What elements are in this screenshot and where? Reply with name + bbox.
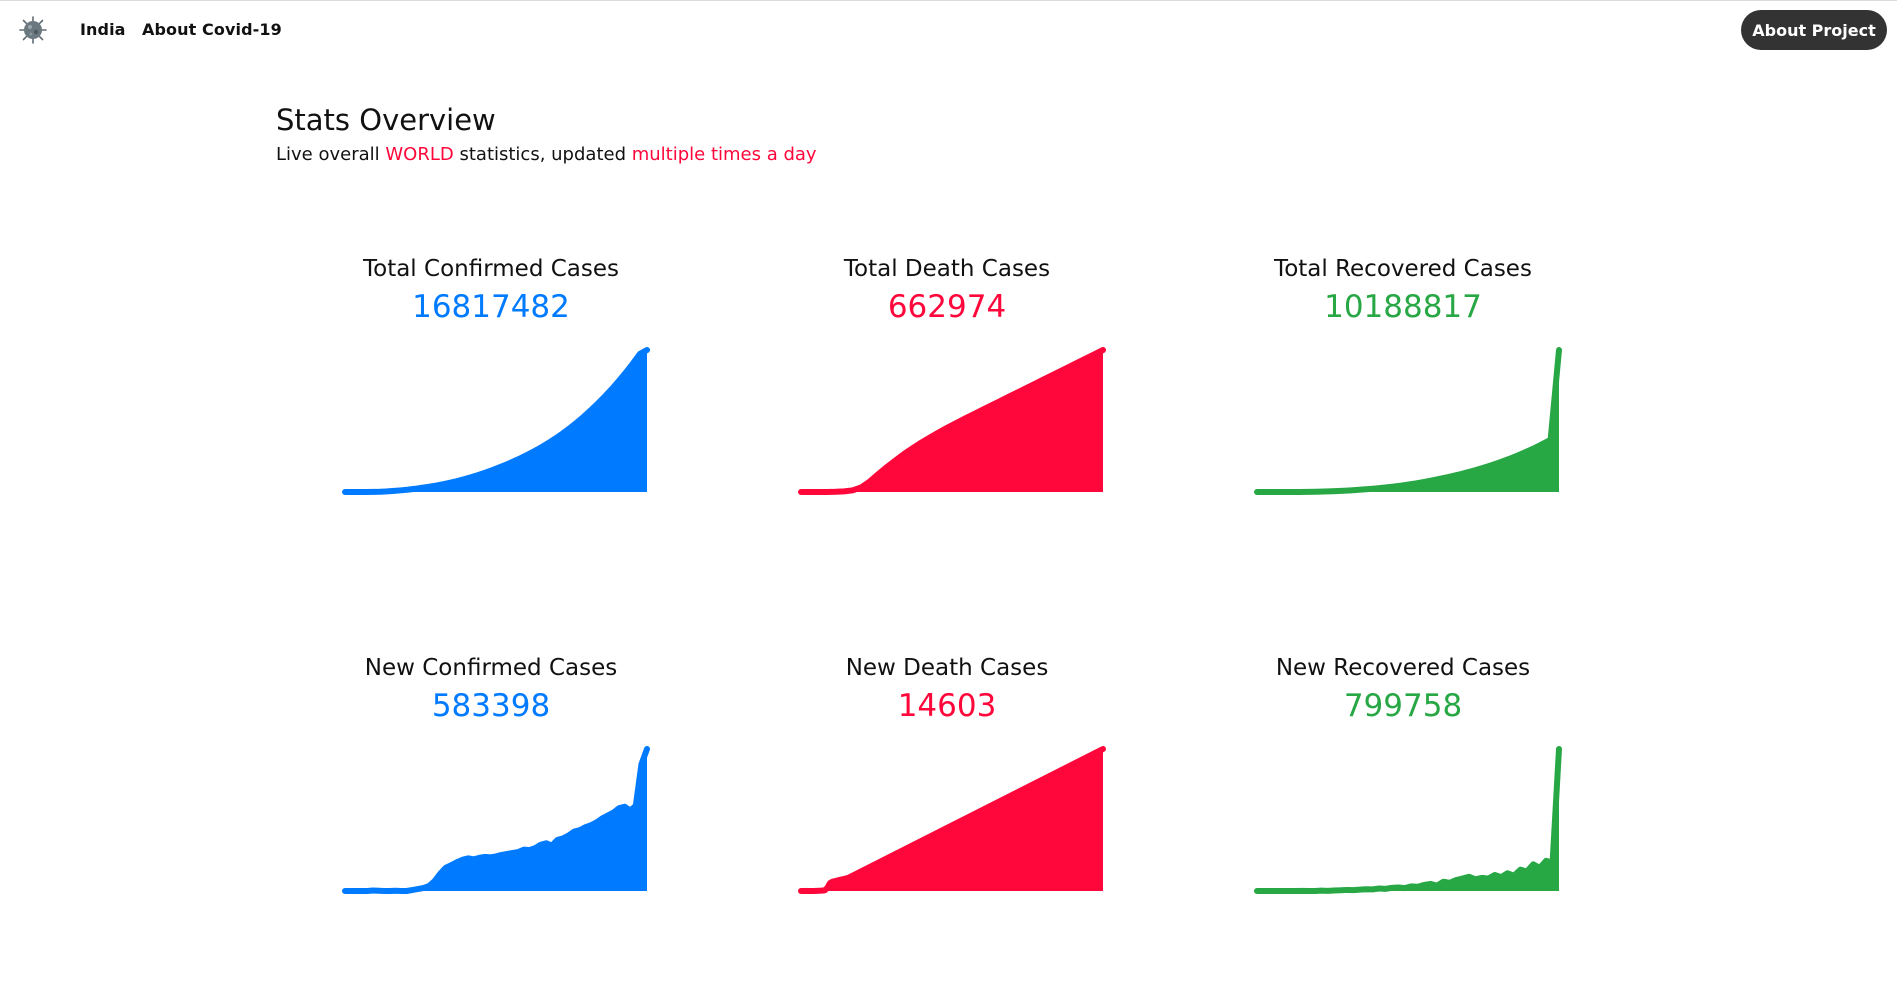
sparkline-chart	[1254, 347, 1562, 495]
card-title: New Death Cases	[845, 655, 1049, 681]
stat-card-total-deaths: Total Death Cases 662974	[737, 256, 1157, 586]
card-value: 662974	[887, 289, 1007, 325]
card-value: 14603	[897, 688, 997, 724]
card-title: Total Death Cases	[843, 256, 1051, 282]
subtitle-highlight-world: WORLD	[385, 144, 454, 165]
nav-link-about-covid[interactable]: About Covid-19	[142, 20, 282, 39]
sparkline-chart	[798, 746, 1106, 894]
card-title: New Recovered Cases	[1275, 655, 1531, 681]
chart-area	[1257, 350, 1559, 492]
stat-card-total-recovered: Total Recovered Cases 10188817	[1193, 256, 1613, 586]
subtitle-prefix: Live overall	[276, 144, 386, 165]
card-title: Total Confirmed Cases	[362, 256, 619, 282]
subtitle-middle: statistics, updated	[453, 144, 632, 165]
page-title: Stats Overview	[276, 103, 496, 137]
chart-line	[1254, 746, 1562, 894]
stat-card-new-recovered: New Recovered Cases 799758	[1193, 655, 1613, 985]
top-navbar: India About Covid-19 About Project	[0, 0, 1897, 58]
sparkline-chart	[342, 746, 650, 894]
card-value: 10188817	[1324, 289, 1482, 325]
stat-card-total-confirmed: Total Confirmed Cases 16817482	[281, 256, 701, 586]
page-subtitle: Live overall WORLD statistics, updated m…	[276, 144, 817, 165]
sparkline-chart	[1254, 746, 1562, 894]
sparkline-chart	[798, 347, 1106, 495]
card-title: Total Recovered Cases	[1274, 256, 1532, 282]
about-project-button[interactable]: About Project	[1741, 10, 1887, 50]
nav-link-india[interactable]: India	[80, 20, 126, 39]
stat-card-new-deaths: New Death Cases 14603	[737, 655, 1157, 985]
card-value: 583398	[431, 688, 551, 724]
card-value: 16817482	[412, 289, 570, 325]
chart-area	[1257, 749, 1559, 891]
card-value: 799758	[1343, 688, 1463, 724]
sparkline-chart	[342, 347, 650, 495]
subtitle-highlight-frequency: multiple times a day	[631, 144, 817, 165]
stat-card-new-confirmed: New Confirmed Cases 583398	[281, 655, 701, 985]
card-title: New Confirmed Cases	[364, 655, 618, 681]
virus-icon[interactable]	[18, 15, 48, 45]
